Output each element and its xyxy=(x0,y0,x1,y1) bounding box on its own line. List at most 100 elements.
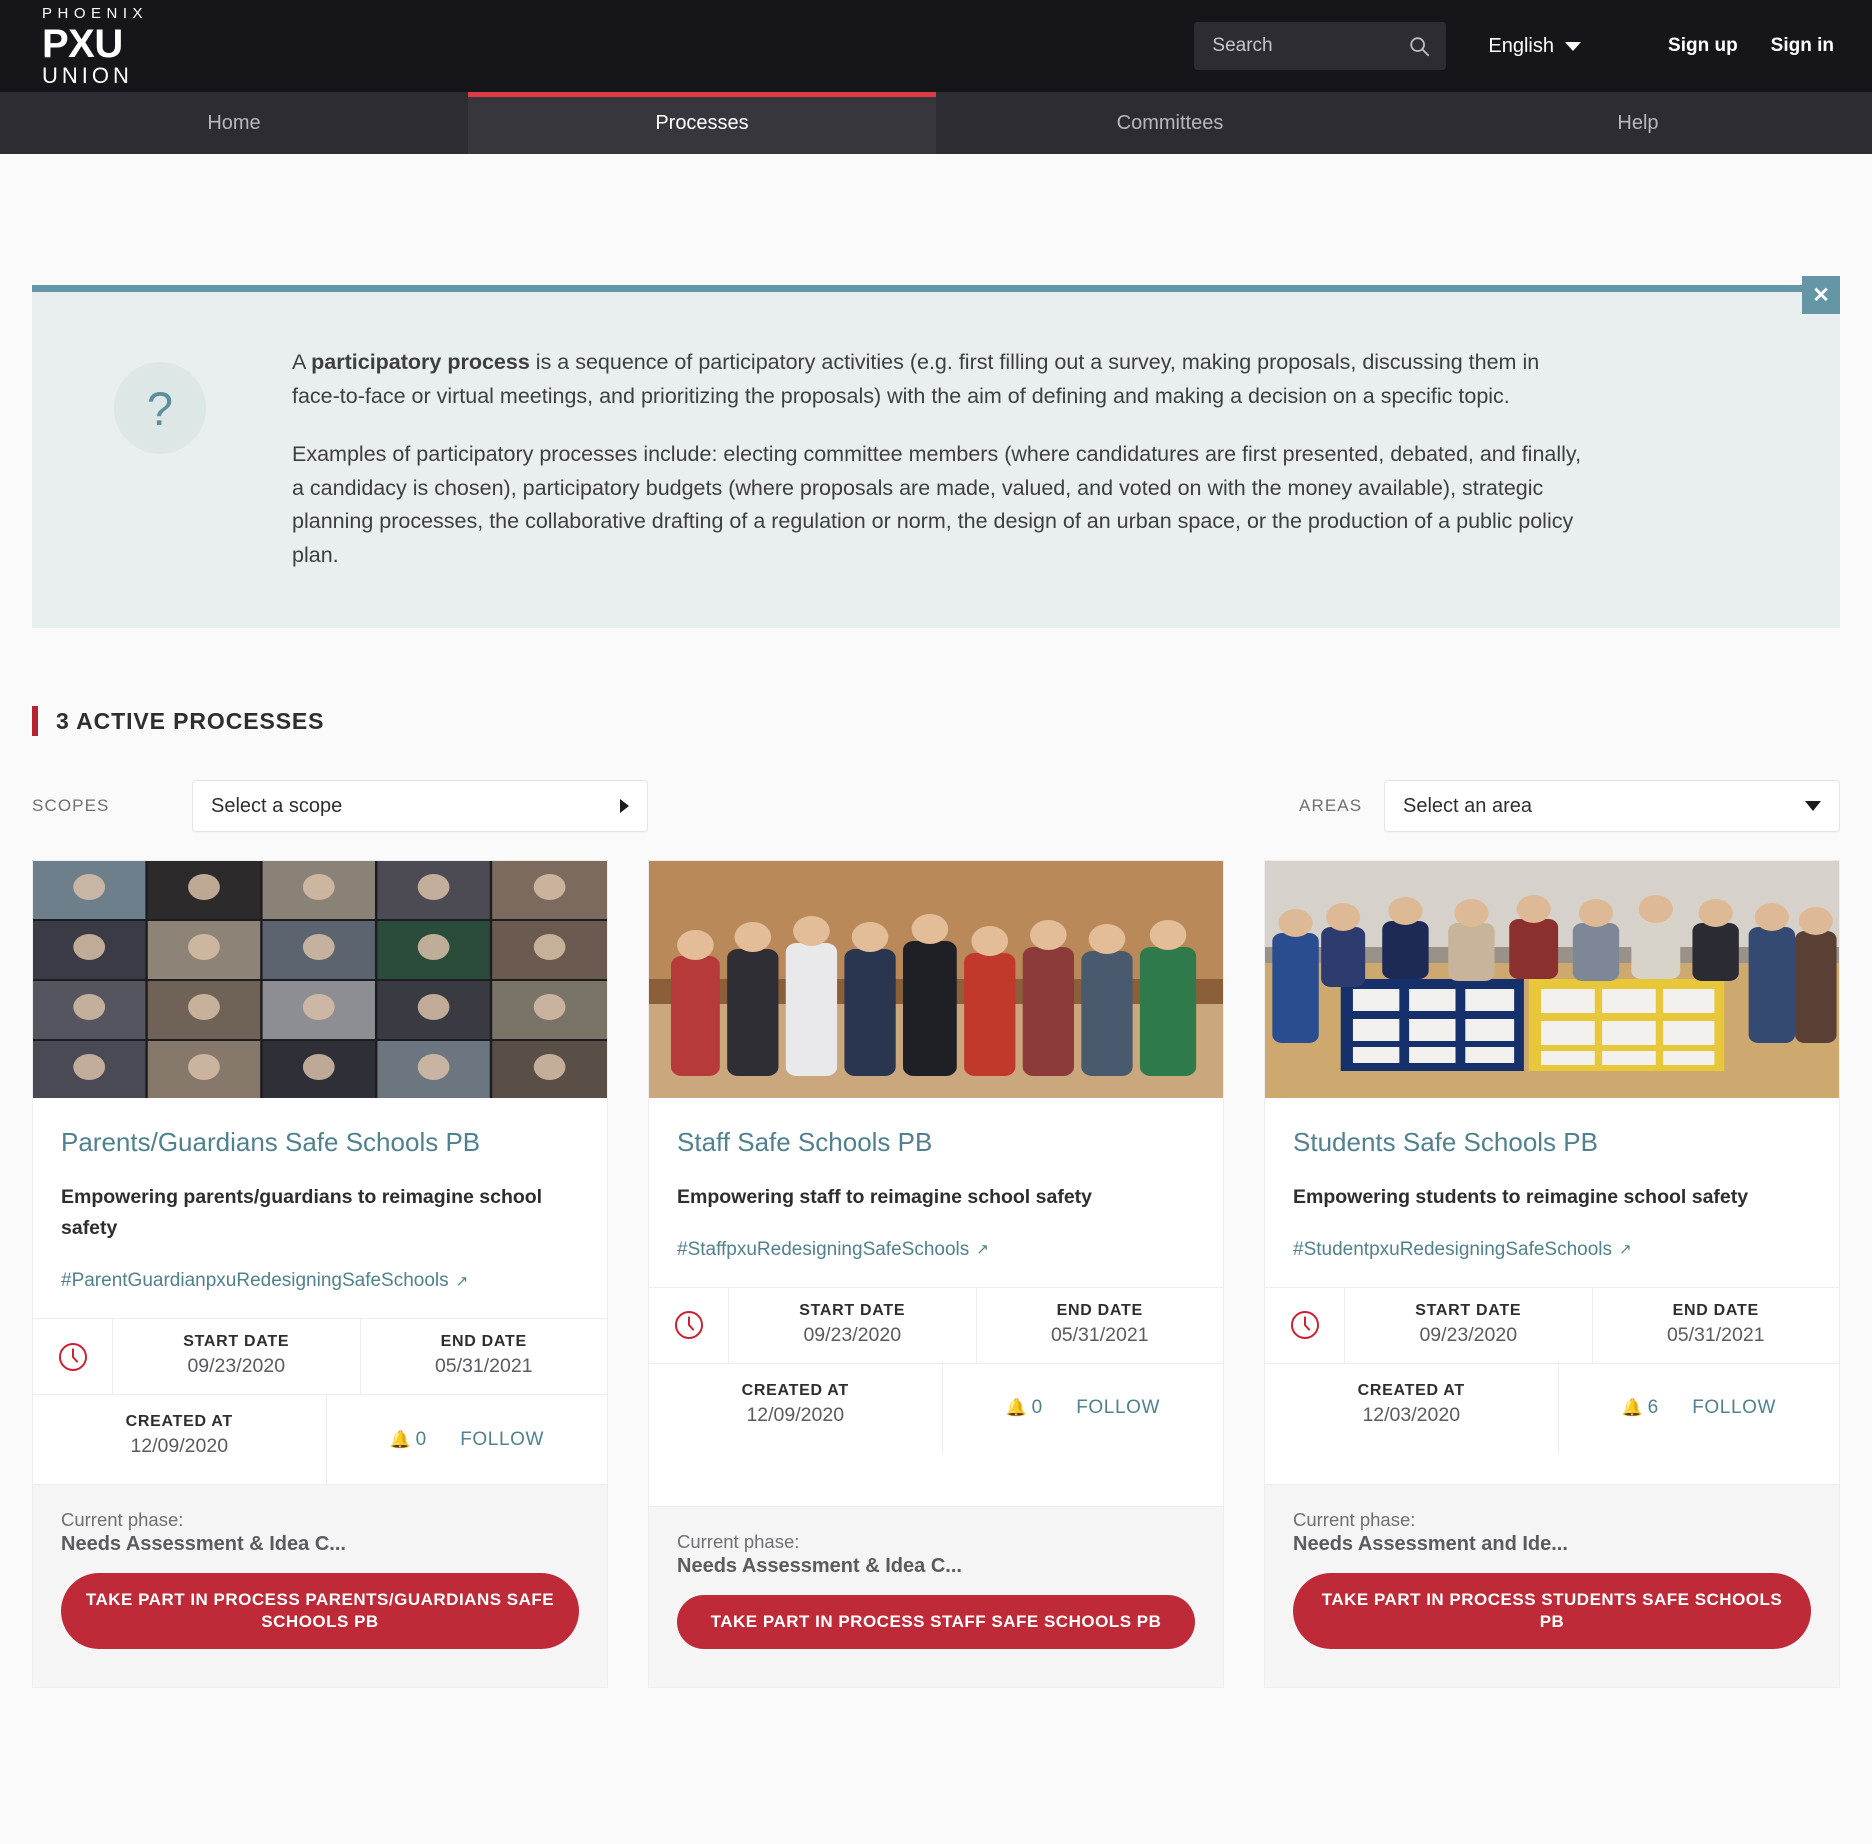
process-card-footer: Current phase: Needs Assessment and Ide.… xyxy=(1265,1484,1839,1688)
process-dates-row: START DATE 09/23/2020 END DATE 05/31/202… xyxy=(649,1286,1224,1363)
created-at-value: 12/09/2020 xyxy=(746,1403,845,1426)
process-card-hashtag-link[interactable]: #StudentpxuRedesigningSafeSchools ↗ xyxy=(1293,1239,1632,1261)
scopes-label: SCOPES xyxy=(32,796,110,816)
clock-icon xyxy=(33,1319,113,1395)
end-date-label: END DATE xyxy=(1672,1301,1759,1319)
nav-tab-help[interactable]: Help xyxy=(1404,92,1872,154)
created-at-label: CREATED AT xyxy=(741,1381,849,1399)
created-at-cell: CREATED AT 12/09/2020 xyxy=(33,1395,327,1485)
process-card-title[interactable]: Parents/Guardians Safe Schools PB xyxy=(61,1126,579,1159)
end-date-label: END DATE xyxy=(440,1333,527,1351)
created-at-cell: CREATED AT 12/03/2020 xyxy=(1265,1363,1559,1453)
follower-count-value: 6 xyxy=(1647,1397,1659,1419)
chevron-down-icon xyxy=(1565,41,1582,51)
participatory-process-callout: ? A participatory process is a sequence … xyxy=(32,285,1840,629)
callout-text-body: A participatory process is a sequence of… xyxy=(292,346,1582,572)
process-card-subtitle: Empowering students to reimagine school … xyxy=(1293,1185,1749,1208)
sign-up-link[interactable]: Sign up xyxy=(1668,35,1738,57)
close-icon[interactable]: ✕ xyxy=(1802,276,1840,314)
logo-line-pxu: PXU xyxy=(42,21,123,66)
search-container xyxy=(1194,22,1447,70)
process-dates-row: START DATE 09/23/2020 END DATE 05/31/202… xyxy=(1265,1286,1839,1363)
current-phase-value: Needs Assessment & Idea C... xyxy=(61,1533,346,1556)
process-created-follow-row: CREATED AT 12/09/2020 🔔 0 FOLLOW xyxy=(649,1362,1223,1453)
process-card-image xyxy=(649,861,1223,1099)
follower-count: 🔔 0 xyxy=(1005,1397,1042,1419)
chevron-right-icon xyxy=(620,799,629,814)
current-phase-label: Current phase: xyxy=(677,1531,800,1553)
clock-icon xyxy=(1265,1287,1345,1363)
hashtag-text: #ParentGuardianpxuRedesigningSafeSchools xyxy=(61,1270,449,1292)
end-date-cell: END DATE 05/31/2021 xyxy=(359,1319,608,1395)
follow-button[interactable]: FOLLOW xyxy=(1076,1397,1160,1419)
end-date-cell: END DATE 05/31/2021 xyxy=(975,1287,1224,1363)
follow-button[interactable]: FOLLOW xyxy=(460,1429,544,1451)
bell-icon: 🔔 xyxy=(1621,1398,1643,1418)
callout-paragraph-2: Examples of participatory processes incl… xyxy=(292,442,1582,567)
sign-in-link[interactable]: Sign in xyxy=(1771,35,1834,57)
take-part-button[interactable]: TAKE PART IN PROCESS STAFF SAFE SCHOOLS … xyxy=(677,1595,1195,1650)
hashtag-text: #StaffpxuRedesigningSafeSchools xyxy=(677,1238,970,1260)
nav-tab-home[interactable]: Home xyxy=(0,92,468,154)
current-phase-label: Current phase: xyxy=(61,1509,184,1531)
bell-icon: 🔔 xyxy=(1005,1398,1027,1418)
logo-line-phoenix: PHOENIX xyxy=(42,4,149,22)
scope-select[interactable]: Select a scope xyxy=(192,780,648,833)
external-link-icon: ↗ xyxy=(455,1272,469,1290)
area-select[interactable]: Select an area xyxy=(1384,780,1840,833)
process-card-subtitle: Empowering staff to reimagine school saf… xyxy=(677,1185,1093,1208)
end-date-value: 05/31/2021 xyxy=(1050,1323,1149,1346)
chevron-down-icon xyxy=(1805,801,1821,812)
follow-cell: 🔔 0 FOLLOW xyxy=(327,1395,608,1484)
page-content: ? A participatory process is a sequence … xyxy=(0,276,1872,1732)
created-at-cell: CREATED AT 12/09/2020 xyxy=(649,1363,943,1453)
area-select-value: Select an area xyxy=(1403,794,1532,817)
follower-count-value: 0 xyxy=(1031,1397,1043,1419)
search-input[interactable] xyxy=(1194,22,1447,70)
created-at-value: 12/03/2020 xyxy=(1362,1403,1461,1426)
info-callout-wrapper: ? A participatory process is a sequence … xyxy=(32,276,1840,629)
process-card-body: Staff Safe Schools PB Empowering staff t… xyxy=(649,1098,1223,1287)
process-card-footer: Current phase: Needs Assessment & Idea C… xyxy=(649,1506,1223,1688)
header-right-controls: English Sign up Sign in xyxy=(1194,0,1834,92)
take-part-button[interactable]: TAKE PART IN PROCESS PARENTS/GUARDIANS S… xyxy=(61,1573,579,1650)
callout-p1-lead: A xyxy=(292,350,312,374)
process-card[interactable]: Students Safe Schools PB Empowering stud… xyxy=(1264,860,1840,1689)
current-phase-label: Current phase: xyxy=(1293,1509,1416,1531)
process-card-title[interactable]: Students Safe Schools PB xyxy=(1293,1126,1811,1159)
process-card-title[interactable]: Staff Safe Schools PB xyxy=(677,1126,1195,1159)
process-card-hashtag-link[interactable]: #StaffpxuRedesigningSafeSchools ↗ xyxy=(677,1239,989,1261)
process-card[interactable]: Staff Safe Schools PB Empowering staff t… xyxy=(648,860,1224,1689)
process-card-body: Parents/Guardians Safe Schools PB Empowe… xyxy=(33,1098,607,1318)
process-card-footer: Current phase: Needs Assessment & Idea C… xyxy=(33,1484,607,1688)
end-date-label: END DATE xyxy=(1056,1301,1143,1319)
start-date-value: 09/23/2020 xyxy=(187,1355,286,1378)
scopes-filter: SCOPES Select a scope xyxy=(32,780,648,833)
process-card-hashtag-link[interactable]: #ParentGuardianpxuRedesigningSafeSchools… xyxy=(61,1270,468,1292)
end-date-value: 05/31/2021 xyxy=(434,1355,533,1378)
process-card[interactable]: Parents/Guardians Safe Schools PB Empowe… xyxy=(32,860,608,1689)
follow-button[interactable]: FOLLOW xyxy=(1692,1397,1776,1419)
start-date-value: 09/23/2020 xyxy=(1419,1323,1518,1346)
process-created-follow-row: CREATED AT 12/09/2020 🔔 0 FOLLOW xyxy=(33,1394,608,1485)
page-title: 3 ACTIVE PROCESSES xyxy=(56,707,325,734)
process-card-body: Students Safe Schools PB Empowering stud… xyxy=(1265,1098,1839,1287)
language-selector[interactable]: English xyxy=(1488,35,1582,58)
follower-count: 🔔 0 xyxy=(389,1429,426,1451)
main-navigation: Home Processes Committees Help xyxy=(0,92,1872,154)
logo-line-union: UNION xyxy=(42,62,133,88)
nav-tab-processes[interactable]: Processes xyxy=(468,92,936,154)
process-dates-row: START DATE 09/23/2020 END DATE 05/31/202… xyxy=(33,1318,608,1395)
process-card-image xyxy=(1265,861,1839,1099)
site-logo[interactable]: PHOENIX PXU UNION xyxy=(42,6,148,87)
created-at-label: CREATED AT xyxy=(1357,1381,1465,1399)
heading-accent-bar xyxy=(32,706,38,737)
follower-count: 🔔 6 xyxy=(1621,1397,1658,1419)
take-part-button[interactable]: TAKE PART IN PROCESS STUDENTS SAFE SCHOO… xyxy=(1293,1573,1811,1650)
start-date-cell: START DATE 09/23/2020 xyxy=(1345,1288,1592,1363)
start-date-label: START DATE xyxy=(183,1333,290,1351)
process-card-grid: Parents/Guardians Safe Schools PB Empowe… xyxy=(32,860,1840,1732)
nav-tab-committees[interactable]: Committees xyxy=(936,92,1404,154)
active-processes-heading: 3 ACTIVE PROCESSES xyxy=(32,706,1840,737)
filters-row: SCOPES Select a scope AREAS Select an ar… xyxy=(32,780,1840,833)
